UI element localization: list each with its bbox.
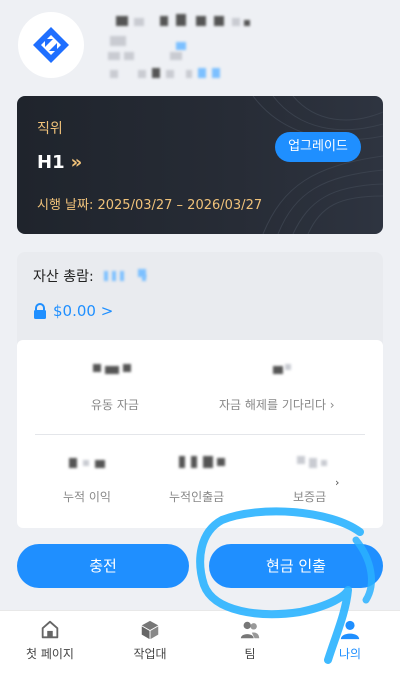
rank-value[interactable]: H1 » [37, 152, 82, 173]
tab-workbench-label: 작업대 [133, 647, 167, 661]
stat-label-profit: 누적 이익 [63, 490, 111, 504]
tab-team[interactable]: 팀 [200, 619, 300, 662]
profile-header [0, 0, 400, 96]
stat-label-withdrawal: 누적인출금 [169, 490, 225, 504]
tab-home-label: 첫 페이지 [26, 647, 74, 661]
chevron-right-icon: › [335, 476, 340, 489]
box-icon [141, 620, 159, 640]
asset-stats-panel: 유동 자금 자금 해제를 기다리다 › 누적 이익 누적인출금 보증금 › [17, 340, 383, 528]
rank-label: 직위 [37, 121, 63, 137]
tab-home[interactable]: 첫 페이지 [0, 619, 100, 662]
brand-logo-icon [33, 27, 69, 63]
bottom-tabbar: 첫 페이지 작업대 팀 나의 [0, 610, 400, 676]
user-icon [340, 620, 360, 640]
locked-balance-value: $0.00 > [53, 302, 114, 320]
withdraw-button[interactable]: 현금 인출 [209, 544, 383, 588]
locked-balance[interactable]: $0.00 > [33, 302, 113, 320]
membership-card: 직위 H1 » 시행 날짜: 2025/03/27 – 2026/03/27 업… [17, 96, 383, 234]
card-pattern [252, 96, 383, 234]
tab-mine-label: 나의 [338, 647, 362, 661]
avatar[interactable] [18, 12, 84, 78]
tab-mine[interactable]: 나의 [300, 619, 400, 662]
rank-level: H1 [37, 152, 65, 173]
asset-overview: 자산 총람: $0.00 > 유동 자금 자금 해제를 기다리다 › 누적 이익… [17, 252, 383, 528]
upgrade-button[interactable]: 업그레이드 [275, 132, 361, 162]
asset-title-label: 자산 총람: [33, 269, 94, 285]
stat-label-pending: 자금 해제를 기다리다 › [219, 398, 335, 412]
stat-label-available: 유동 자금 [91, 398, 139, 412]
tab-team-label: 팀 [244, 647, 256, 661]
team-icon [240, 621, 260, 639]
home-icon [41, 620, 59, 639]
tab-workbench[interactable]: 작업대 [100, 619, 200, 662]
validity-date: 시행 날짜: 2025/03/27 – 2026/03/27 [37, 198, 263, 213]
stat-label-deposit: 보증금 [293, 490, 327, 504]
deposit-button[interactable]: 충전 [17, 544, 189, 588]
asset-title: 자산 총람: [33, 266, 152, 286]
lock-icon [34, 303, 46, 319]
redacted-asset-value [102, 269, 152, 283]
double-chevron-right-icon: » [70, 152, 83, 173]
stats-divider [35, 434, 365, 435]
